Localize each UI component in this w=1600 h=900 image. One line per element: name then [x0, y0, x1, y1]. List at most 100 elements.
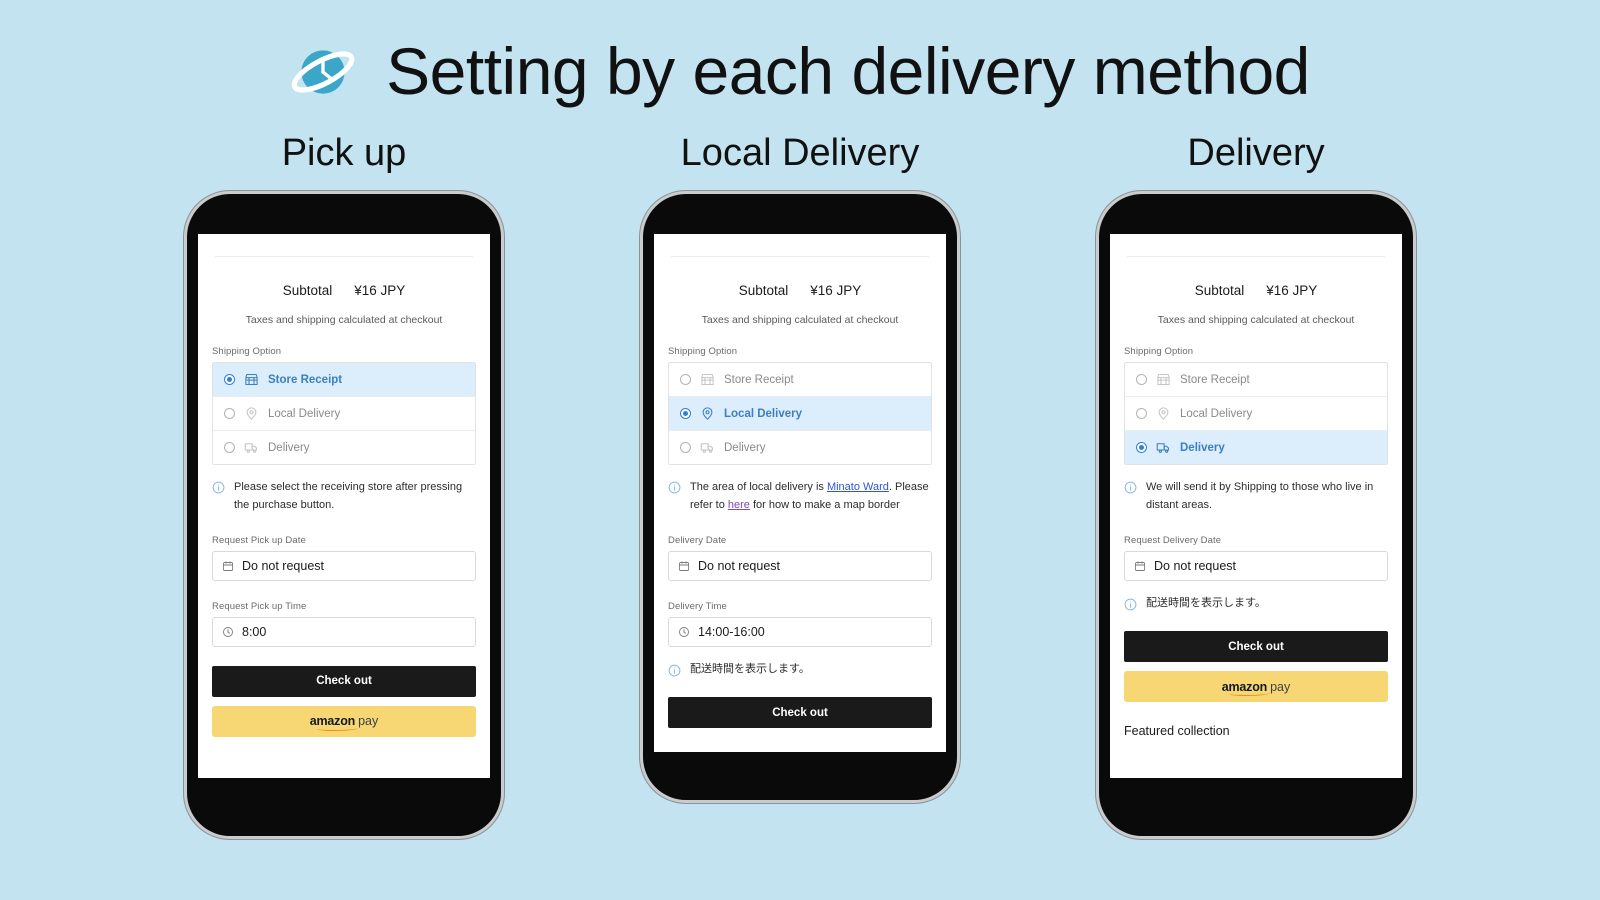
storefront-icon: [1157, 373, 1170, 386]
map-pin-icon: [1158, 407, 1169, 420]
radio-icon[interactable]: [1136, 442, 1147, 453]
column-title: Local Delivery: [680, 132, 920, 174]
field-label-pickup-date: Request Pick up Date: [212, 534, 306, 546]
pickup-date-value: Do not request: [242, 558, 324, 573]
storefront-icon: [701, 373, 714, 386]
radio-icon[interactable]: [224, 374, 235, 385]
delivery-time-value: 14:00-16:00: [698, 624, 765, 639]
shipping-option-label-text: Store Receipt: [268, 373, 343, 386]
calendar-icon: [679, 561, 689, 571]
pickup-date-input[interactable]: Do not request: [212, 550, 476, 581]
phone-mockup: Subtotal ¥16 JPY Taxes and shipping calc…: [184, 191, 504, 839]
radio-icon[interactable]: [680, 408, 691, 419]
taxes-note: Taxes and shipping calculated at checkou…: [245, 314, 443, 326]
phone-mockup: Subtotal ¥16 JPY Taxes and shipping calc…: [640, 191, 960, 803]
pickup-time-value: 8:00: [242, 624, 267, 639]
divider: [215, 256, 473, 257]
amazon-pay-wordmark-amazon: amazon: [1221, 679, 1271, 697]
divider: [671, 256, 929, 257]
info-note-part-1: The area of local delivery is: [690, 481, 827, 493]
amazon-pay-button[interactable]: amazon pay: [1124, 671, 1388, 703]
radio-icon[interactable]: [680, 374, 691, 385]
page-title: Setting by each delivery method: [386, 34, 1310, 108]
subtotal-value: ¥16 JPY: [810, 283, 862, 298]
info-note-text: The area of local delivery is Minato War…: [690, 479, 932, 515]
planet-clock-icon: [291, 50, 355, 94]
radio-icon[interactable]: [680, 442, 691, 453]
shipping-option-store-receipt[interactable]: Store Receipt: [213, 363, 475, 397]
shipping-option-list: Store Receipt Local Delivery Delivery: [1124, 362, 1388, 465]
storefront-icon: [245, 373, 258, 386]
subtotal-row: Subtotal ¥16 JPY: [1124, 283, 1388, 298]
column-title: Delivery: [1187, 132, 1325, 174]
footer-note-text: 配送時間を表示します。: [1146, 596, 1266, 609]
info-icon: [668, 664, 681, 677]
shipping-option-local-delivery[interactable]: Local Delivery: [1125, 397, 1387, 431]
phone-side-button[interactable]: [1413, 379, 1416, 465]
phone-side-button[interactable]: [957, 379, 960, 465]
shipping-option-delivery[interactable]: Delivery: [669, 431, 931, 464]
checkout-button[interactable]: Check out: [1124, 631, 1388, 663]
delivery-date-input[interactable]: Do not request: [668, 550, 932, 581]
info-icon: [668, 481, 681, 494]
info-note-text: We will send it by Shipping to those who…: [1146, 481, 1374, 511]
shipping-option-store-receipt[interactable]: Store Receipt: [1125, 363, 1387, 397]
shipping-option-store-receipt[interactable]: Store Receipt: [669, 363, 931, 397]
amazon-pay-wordmark-amazon: amazon: [309, 714, 359, 731]
pickup-time-input[interactable]: 8:00: [212, 616, 476, 647]
field-label-delivery-date: Delivery Date: [668, 534, 727, 546]
radio-icon[interactable]: [224, 442, 235, 453]
amazon-pay-wordmark-pay: pay: [1270, 679, 1291, 694]
shipping-option-label-text: Delivery: [1180, 441, 1225, 454]
calendar-icon: [1135, 561, 1145, 571]
radio-icon[interactable]: [224, 408, 235, 419]
phone-mockup: Subtotal ¥16 JPY Taxes and shipping calc…: [1096, 191, 1416, 839]
info-note: Please select the receiving store after …: [212, 479, 476, 515]
shipping-option-delivery[interactable]: Delivery: [213, 431, 475, 464]
map-pin-icon: [702, 407, 713, 420]
column-title: Pick up: [281, 132, 407, 174]
delivery-time-input[interactable]: 14:00-16:00: [668, 616, 932, 647]
radio-icon[interactable]: [1136, 408, 1147, 419]
radio-icon[interactable]: [1136, 374, 1147, 385]
subtotal-value: ¥16 JPY: [354, 283, 406, 298]
subtotal-value: ¥16 JPY: [1266, 283, 1318, 298]
shipping-option-list: Store Receipt Local Delivery Delivery: [668, 362, 932, 465]
amazon-pay-wordmark-pay: pay: [358, 714, 379, 729]
subtotal-label: Subtotal: [282, 283, 333, 298]
phone-screen: Subtotal ¥16 JPY Taxes and shipping calc…: [1110, 234, 1402, 778]
subtotal-label: Subtotal: [1194, 283, 1245, 298]
subtotal-row: Subtotal ¥16 JPY: [212, 283, 476, 298]
delivery-date-value: Do not request: [1154, 558, 1236, 573]
truck-icon: [700, 443, 714, 453]
footer-note: 配送時間を表示します。: [668, 661, 932, 679]
here-link[interactable]: here: [728, 499, 750, 511]
delivery-date-input[interactable]: Do not request: [1124, 550, 1388, 581]
shipping-option-delivery[interactable]: Delivery: [1125, 431, 1387, 464]
phone-side-button[interactable]: [501, 379, 504, 465]
truck-icon: [1156, 443, 1170, 453]
map-pin-icon: [246, 407, 257, 420]
shipping-option-label-text: Local Delivery: [268, 407, 341, 420]
footer-note: 配送時間を表示します。: [1124, 595, 1388, 613]
info-note: We will send it by Shipping to those who…: [1124, 479, 1388, 515]
info-icon: [1124, 481, 1137, 494]
shipping-option-label: Shipping Option: [212, 346, 282, 357]
field-label-delivery-time: Delivery Time: [668, 600, 727, 612]
info-icon: [1124, 598, 1137, 611]
subtotal-label: Subtotal: [738, 283, 789, 298]
column-delivery: Delivery Subtotal ¥16 JPY Taxes and ship…: [1096, 132, 1416, 839]
clock-icon: [223, 626, 233, 637]
field-label-pickup-time: Request Pick up Time: [212, 600, 307, 612]
shipping-option-label-text: Delivery: [268, 441, 310, 454]
minato-ward-link[interactable]: Minato Ward: [827, 481, 889, 493]
shipping-option-label-text: Store Receipt: [724, 373, 794, 386]
shipping-option-local-delivery[interactable]: Local Delivery: [669, 397, 931, 431]
field-label-delivery-date: Request Delivery Date: [1124, 534, 1222, 546]
calendar-icon: [223, 561, 233, 571]
amazon-pay-button[interactable]: amazon pay: [212, 705, 476, 737]
shipping-option-local-delivery[interactable]: Local Delivery: [213, 397, 475, 431]
checkout-button[interactable]: Check out: [212, 665, 476, 697]
info-note: The area of local delivery is Minato War…: [668, 479, 932, 515]
checkout-button[interactable]: Check out: [668, 697, 932, 729]
